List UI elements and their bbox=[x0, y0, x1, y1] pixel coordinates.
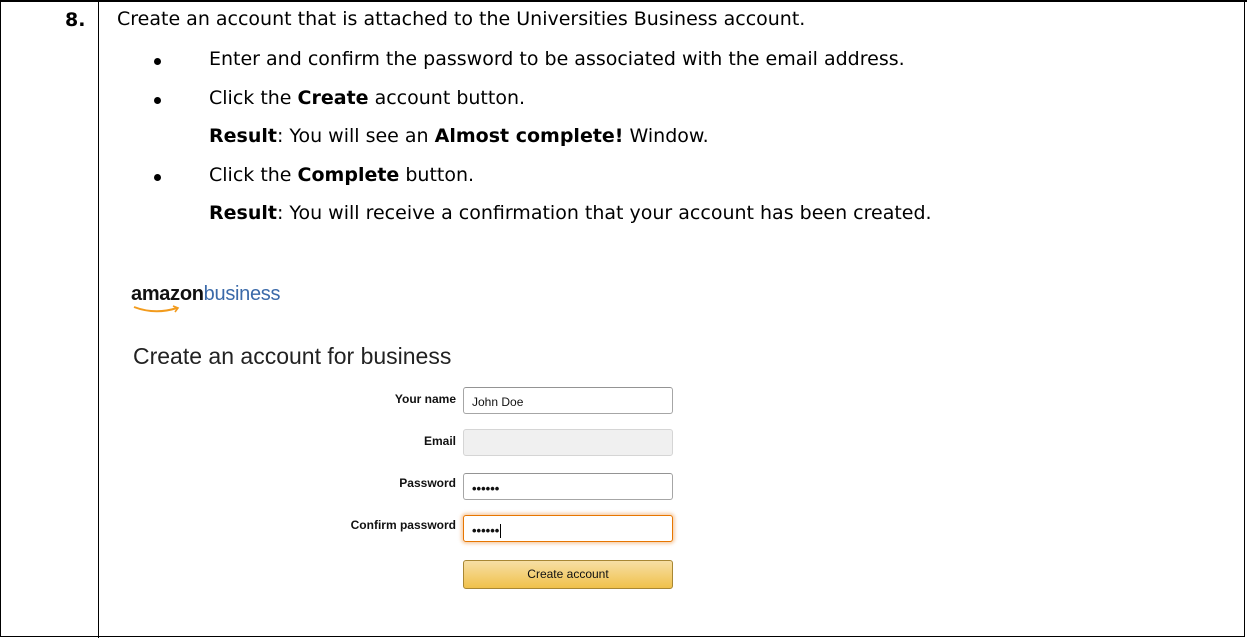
create-account-button[interactable]: Create account bbox=[463, 560, 673, 589]
text-segment: Click the bbox=[209, 87, 298, 109]
bold-term: Complete bbox=[297, 164, 400, 186]
result-label: Result bbox=[209, 125, 277, 147]
bold-term: Almost complete! bbox=[434, 125, 624, 147]
form-title: Create an account for business bbox=[133, 343, 452, 369]
name-label: Your name bbox=[394, 392, 456, 406]
confirm-password-label: Confirm password bbox=[350, 518, 456, 532]
result-almost-complete: Result: You will see an Almost complete!… bbox=[209, 125, 709, 147]
text-caret bbox=[500, 524, 502, 538]
step-column: 8. bbox=[1, 1, 99, 638]
text-segment: : You will see an bbox=[276, 125, 435, 147]
bullet-text: Enter and confirm the password to be ass… bbox=[209, 48, 905, 70]
amazon-business-logo: amazonbusiness bbox=[131, 283, 281, 306]
bullet-icon bbox=[154, 58, 161, 65]
email-label: Email bbox=[423, 434, 456, 448]
confirm-password-input[interactable]: •••••• bbox=[463, 515, 673, 542]
bullet-text: Click the Complete button. bbox=[209, 164, 474, 186]
bold-term: Create bbox=[297, 87, 369, 109]
logo-amazon-text: amazon bbox=[131, 283, 204, 305]
password-input[interactable]: •••••• bbox=[463, 473, 673, 500]
email-input[interactable] bbox=[463, 429, 673, 456]
text-segment: button. bbox=[399, 164, 475, 186]
text-segment: Window. bbox=[623, 125, 709, 147]
step-intro: Create an account that is attached to th… bbox=[117, 8, 806, 30]
name-input[interactable]: John Doe bbox=[463, 387, 673, 414]
amazon-smile-icon bbox=[133, 305, 180, 313]
password-dots: •••••• bbox=[472, 481, 500, 496]
bullet-text: Click the Create account button. bbox=[209, 87, 525, 109]
text-segment: account button. bbox=[368, 87, 526, 109]
password-label: Password bbox=[399, 476, 456, 490]
bullet-icon bbox=[154, 174, 161, 181]
text-segment: : You will receive a confirmation that y… bbox=[276, 202, 932, 224]
result-label: Result bbox=[209, 202, 277, 224]
text-segment: Click the bbox=[209, 164, 298, 186]
result-confirmation: Result: You will receive a confirmation … bbox=[209, 202, 932, 224]
confirm-password-dots: •••••• bbox=[472, 523, 500, 538]
step-number: 8. bbox=[65, 9, 86, 31]
bullet-icon bbox=[154, 97, 161, 104]
logo-business-text: business bbox=[203, 283, 281, 305]
